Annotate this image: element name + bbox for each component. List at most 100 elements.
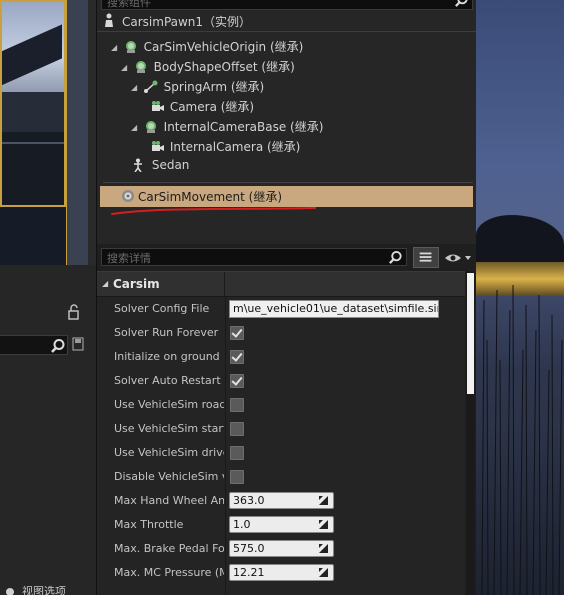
search-icon[interactable] bbox=[388, 250, 403, 265]
property-name: Max. MC Pressure (MPa) bbox=[114, 566, 224, 579]
property-row: Initialize on ground bbox=[97, 345, 465, 369]
pawn-icon bbox=[105, 13, 113, 27]
root-actor-row[interactable]: CarsimPawn1（实例） bbox=[97, 10, 477, 32]
property-name: Use VehicleSim start position bbox=[114, 422, 224, 435]
viewport-frame bbox=[66, 0, 88, 265]
search-icon[interactable] bbox=[454, 0, 469, 8]
details-panel: 搜索详情 ◢ Carsim Solver Config File m\ue_ve… bbox=[96, 244, 476, 595]
max-hand-wheel-angle-input[interactable]: 363.0 bbox=[229, 492, 334, 509]
tree-item-springarm[interactable]: ◢ SpringArm (继承) bbox=[131, 78, 264, 98]
left-editor-column: 视图选项 bbox=[0, 0, 96, 595]
save-icon[interactable] bbox=[72, 337, 84, 351]
category-header-carsim[interactable]: ◢ Carsim bbox=[97, 271, 465, 298]
property-name: Max Hand Wheel Angle bbox=[114, 494, 224, 507]
property-matrix-button[interactable] bbox=[413, 247, 439, 268]
max-mc-pressure-value: 12.21 bbox=[233, 566, 265, 579]
max-hand-wheel-angle-value: 363.0 bbox=[233, 494, 265, 507]
tree-item-label: InternalCamera (继承) bbox=[169, 140, 301, 154]
tree-item-label: CarSimVehicleOrigin (继承) bbox=[143, 40, 304, 54]
tree-item-carsimvehicleorigin[interactable]: ◢ CarSimVehicleOrigin (继承) bbox=[111, 38, 303, 58]
tree-item-label: Sedan bbox=[151, 158, 190, 172]
lock-icon[interactable] bbox=[67, 304, 81, 320]
details-search-input[interactable]: 搜索详情 bbox=[101, 248, 407, 266]
max-brake-pedal-force-input[interactable]: 575.0 bbox=[229, 540, 334, 557]
components-search-input[interactable]: 搜索组件 bbox=[101, 0, 473, 10]
components-search-placeholder: 搜索组件 bbox=[107, 0, 151, 9]
list-view-icon bbox=[419, 252, 432, 262]
scene-component-icon bbox=[135, 61, 146, 73]
level-viewport[interactable] bbox=[0, 0, 88, 265]
drag-resize-icon[interactable] bbox=[319, 544, 328, 553]
tree-item-bodyshapeoffset[interactable]: ◢ BodyShapeOffset (继承) bbox=[121, 58, 295, 78]
tree-item-camera[interactable]: Camera (继承) bbox=[149, 98, 254, 118]
property-row: Solver Run Forever bbox=[97, 321, 465, 345]
skeletal-mesh-icon bbox=[134, 158, 142, 172]
drag-resize-icon[interactable] bbox=[319, 568, 328, 577]
expand-arrow-icon[interactable]: ◢ bbox=[131, 123, 139, 132]
expand-arrow-icon[interactable]: ◢ bbox=[121, 63, 129, 72]
property-row: Max Hand Wheel Angle 363.0 bbox=[97, 489, 465, 513]
tree-item-label: Camera (继承) bbox=[169, 100, 255, 114]
property-row: Max Throttle 1.0 bbox=[97, 513, 465, 537]
tree-item-label: InternalCameraBase (继承) bbox=[163, 120, 324, 134]
collapse-arrow-icon[interactable]: ◢ bbox=[102, 279, 108, 288]
view-options-icon bbox=[6, 588, 14, 595]
scene-component-icon bbox=[125, 41, 136, 53]
spring-arm-icon bbox=[143, 80, 158, 93]
property-name: Solver Run Forever bbox=[114, 326, 219, 339]
solver-config-file-input[interactable]: m\ue_vehicle01\ue_dataset\simfile.sim bbox=[229, 300, 439, 318]
desktop-background-image bbox=[476, 0, 564, 595]
property-name: Disable VehicleSim vehicle bbox=[114, 470, 224, 483]
max-mc-pressure-input[interactable]: 12.21 bbox=[229, 564, 334, 581]
solver-auto-restart-checkbox[interactable] bbox=[230, 374, 244, 388]
property-row: Use VehicleSim road bbox=[97, 393, 465, 417]
property-row: Disable VehicleSim vehicle bbox=[97, 465, 465, 489]
tree-item-internalcamerabase[interactable]: ◢ InternalCameraBase (继承) bbox=[131, 118, 323, 138]
max-brake-pedal-force-value: 575.0 bbox=[233, 542, 265, 555]
use-vehiclesim-start-position-checkbox[interactable] bbox=[230, 422, 244, 436]
property-name: Max Throttle bbox=[114, 518, 184, 531]
disable-vehiclesim-vehicle-checkbox[interactable] bbox=[230, 470, 244, 484]
scene-component-icon bbox=[145, 121, 156, 133]
viewport-scene-image bbox=[0, 0, 66, 207]
use-vehiclesim-driver-checkbox[interactable] bbox=[230, 446, 244, 460]
expand-arrow-icon[interactable]: ◢ bbox=[131, 83, 139, 92]
tree-item-internalcamera[interactable]: InternalCamera (继承) bbox=[149, 138, 300, 158]
property-name: Use VehicleSim road bbox=[114, 398, 224, 411]
tree-item-label: SpringArm (继承) bbox=[163, 80, 265, 94]
drag-resize-icon[interactable] bbox=[319, 520, 328, 529]
property-row: Max. Brake Pedal Force 575.0 bbox=[97, 537, 465, 561]
view-options-button[interactable]: 视图选项 bbox=[0, 583, 96, 595]
tree-item-sedan[interactable]: Sedan bbox=[131, 158, 189, 178]
details-search-placeholder: 搜索详情 bbox=[107, 252, 151, 265]
property-name: Solver Config File bbox=[114, 302, 210, 315]
property-row: Use VehicleSim driver bbox=[97, 441, 465, 465]
view-options-label: 视图选项 bbox=[22, 585, 66, 595]
property-row: Solver Config File m\ue_vehicle01\ue_dat… bbox=[97, 297, 465, 321]
category-label: Carsim bbox=[113, 277, 160, 291]
view-options-eye-icon[interactable] bbox=[443, 250, 473, 266]
use-vehiclesim-road-checkbox[interactable] bbox=[230, 398, 244, 412]
solver-config-file-value: m\ue_vehicle01\ue_dataset\simfile.sim bbox=[233, 302, 439, 315]
drag-resize-icon[interactable] bbox=[319, 496, 328, 505]
property-name: Initialize on ground bbox=[114, 350, 220, 363]
search-icon[interactable] bbox=[50, 338, 66, 354]
details-scrollbar[interactable] bbox=[466, 271, 475, 595]
property-name: Use VehicleSim driver bbox=[114, 446, 224, 459]
camera-icon bbox=[152, 101, 164, 111]
property-list: Solver Config File m\ue_vehicle01\ue_dat… bbox=[97, 297, 465, 595]
property-name: Solver Auto Restart bbox=[114, 374, 221, 387]
initialize-on-ground-checkbox[interactable] bbox=[230, 350, 244, 364]
expand-arrow-icon[interactable]: ◢ bbox=[111, 43, 119, 52]
scrollbar-thumb[interactable] bbox=[467, 273, 474, 394]
max-throttle-value: 1.0 bbox=[233, 518, 251, 531]
left-lower-panel: 视图选项 bbox=[0, 265, 96, 595]
column-divider bbox=[224, 272, 225, 298]
red-underline-annotation bbox=[111, 207, 316, 215]
property-row: Use VehicleSim start position bbox=[97, 417, 465, 441]
root-actor-label: CarsimPawn1（实例） bbox=[122, 15, 252, 29]
solver-run-forever-checkbox[interactable] bbox=[230, 326, 244, 340]
property-row: Max. MC Pressure (MPa) 12.21 bbox=[97, 561, 465, 585]
property-row: Solver Auto Restart bbox=[97, 369, 465, 393]
max-throttle-input[interactable]: 1.0 bbox=[229, 516, 334, 533]
